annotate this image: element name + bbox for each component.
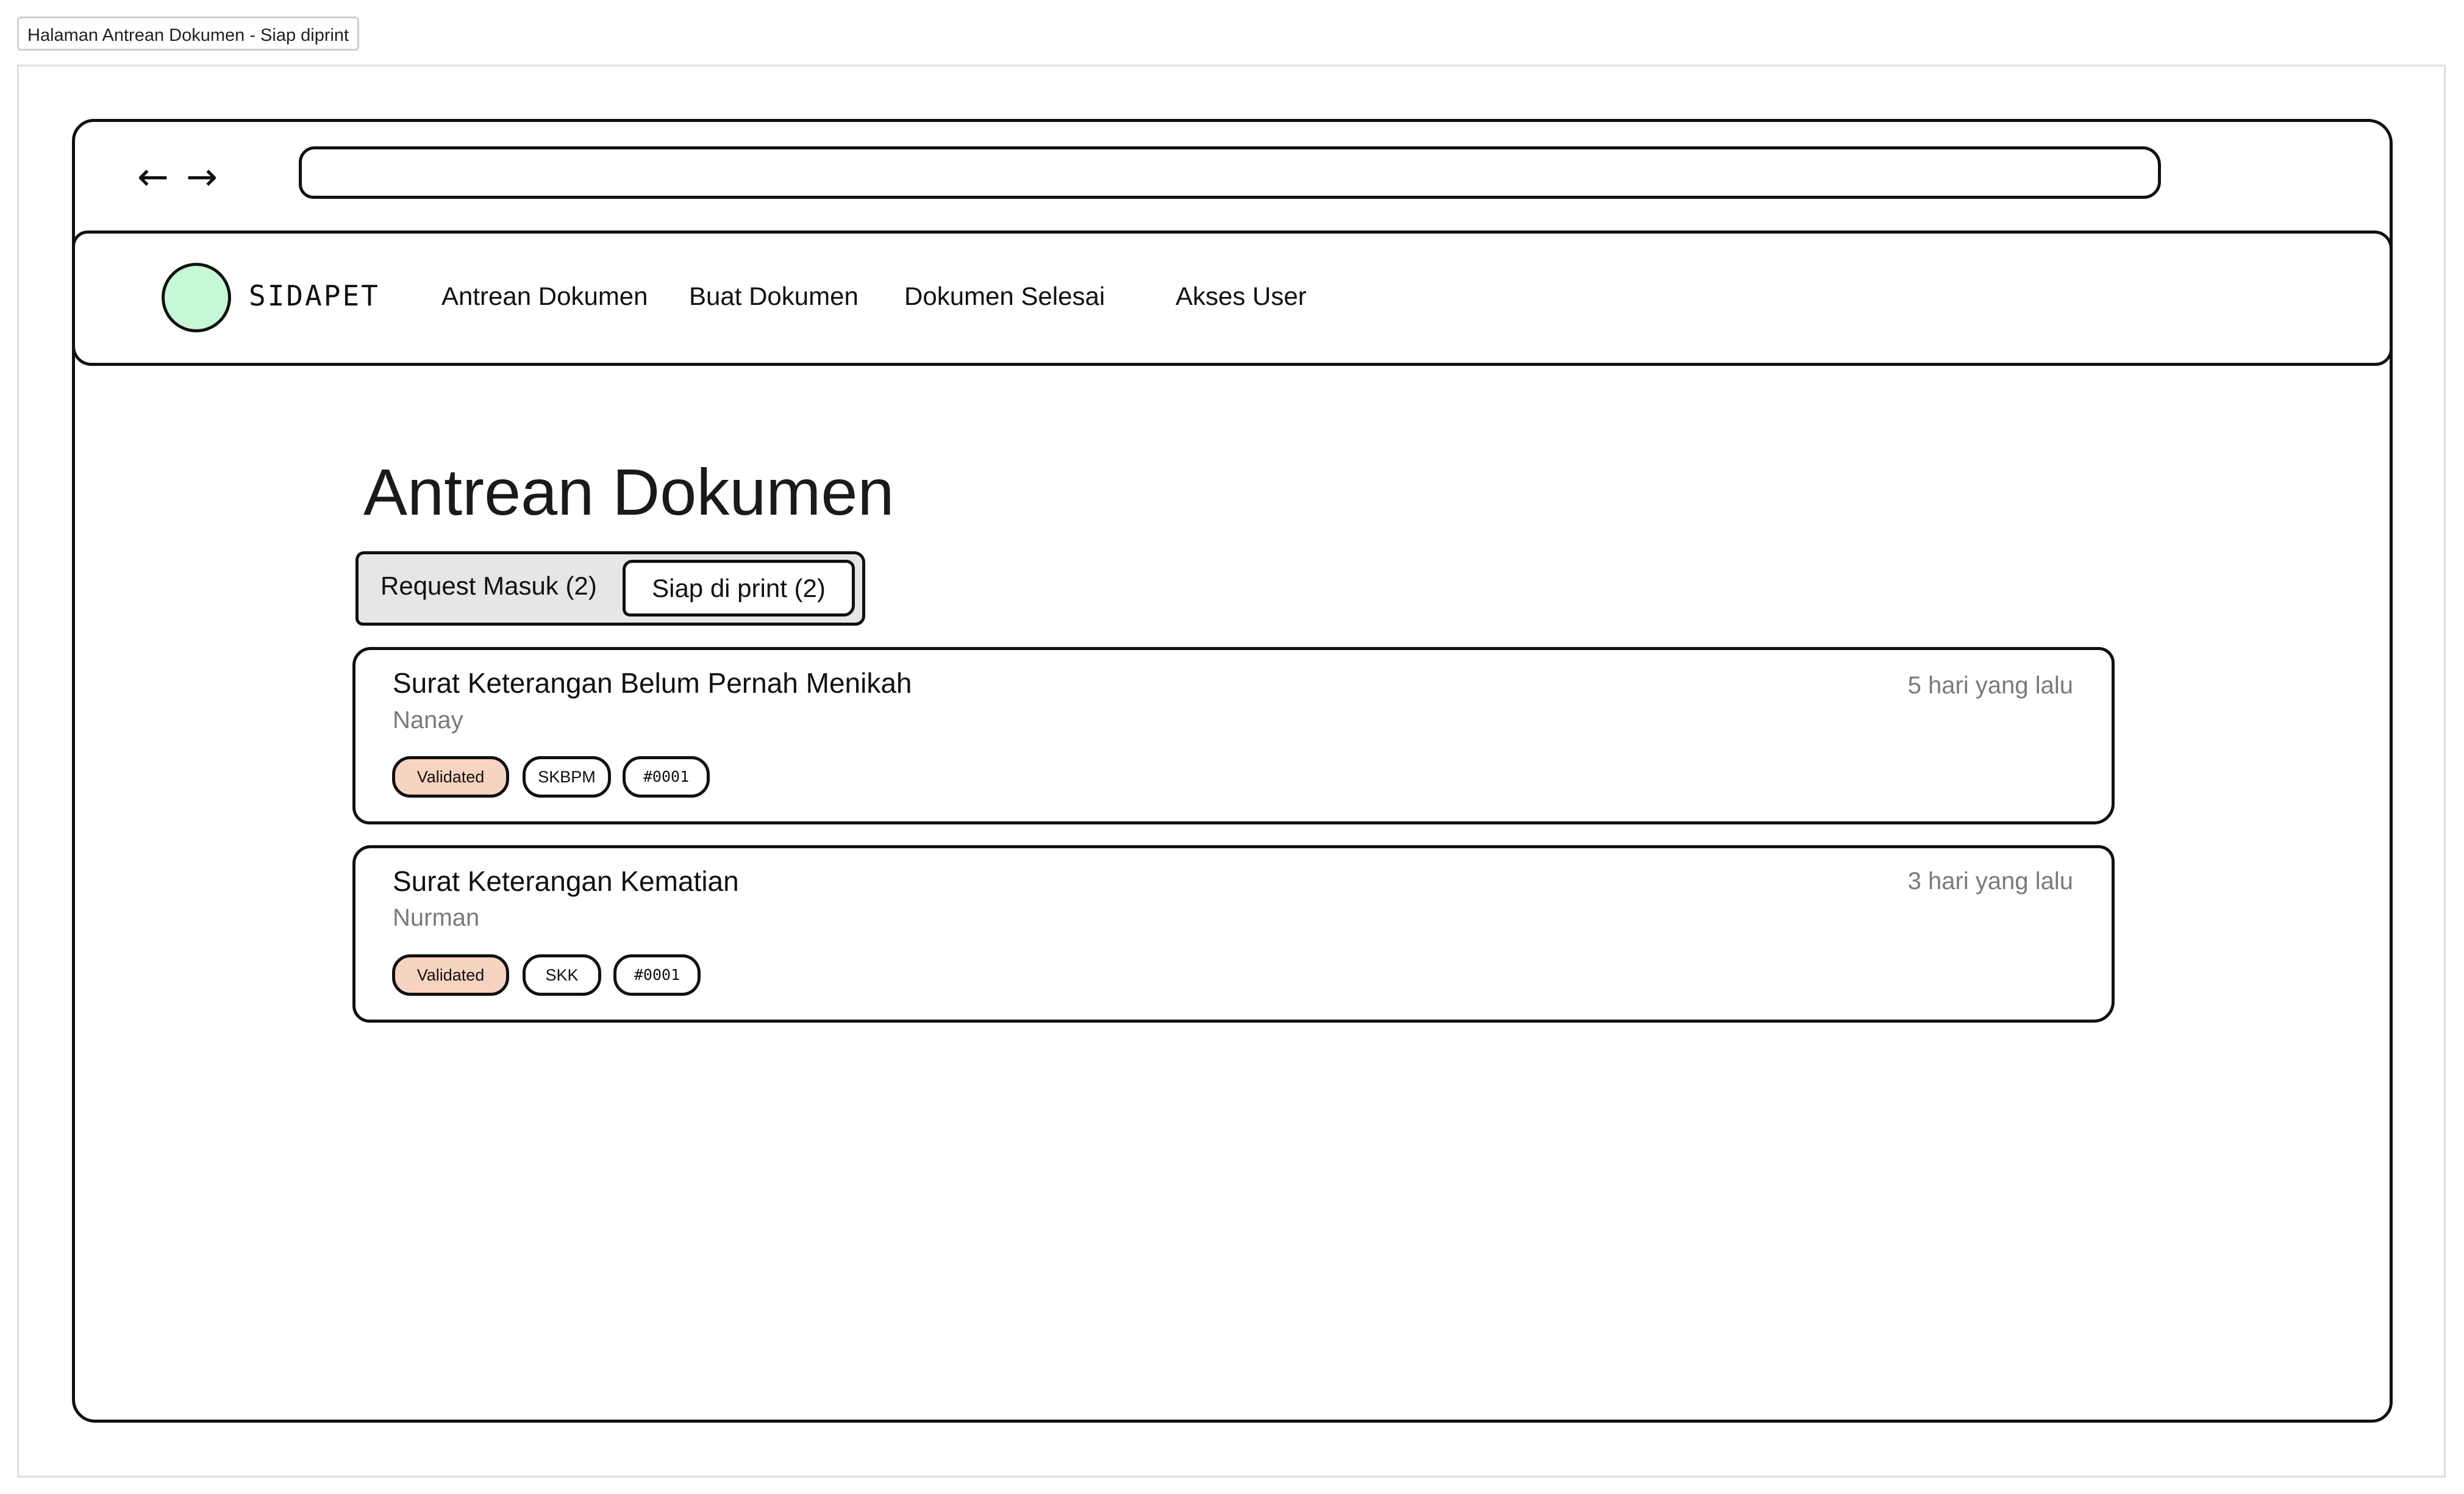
tab-request-masuk[interactable]: Request Masuk (2) xyxy=(380,569,597,603)
page-title: Antrean Dokumen xyxy=(363,455,895,529)
status-badge: Validated xyxy=(392,954,509,996)
document-title: Surat Keterangan Belum Pernah Menikah xyxy=(393,667,912,699)
document-requester: Nurman xyxy=(393,904,480,931)
status-badge: Validated xyxy=(392,756,509,798)
url-bar[interactable] xyxy=(299,146,2161,199)
browser-nav: ← → xyxy=(137,152,218,201)
document-number-badge: #0001 xyxy=(613,954,701,996)
document-time: 5 hari yang lalu xyxy=(1907,672,2073,699)
logo[interactable] xyxy=(162,263,231,332)
document-code-badge: SKBPM xyxy=(523,756,611,798)
document-code-badge: SKK xyxy=(523,954,601,996)
nav-item-akses-user[interactable]: Akses User xyxy=(1176,279,1307,313)
brand-name[interactable]: SIDAPET xyxy=(249,277,380,314)
document-number-badge: #0001 xyxy=(623,756,710,798)
document-title: Surat Keterangan Kematian xyxy=(393,865,739,897)
nav-item-buat-dokumen[interactable]: Buat Dokumen xyxy=(689,279,859,313)
nav-item-dokumen-selesai[interactable]: Dokumen Selesai xyxy=(904,279,1105,313)
back-arrow-icon[interactable]: ← xyxy=(137,152,169,201)
tab-siap-di-print[interactable]: Siap di print (2) xyxy=(623,560,855,617)
document-time: 3 hari yang lalu xyxy=(1907,868,2073,895)
document-requester: Nanay xyxy=(393,707,463,734)
nav-item-antrean-dokumen[interactable]: Antrean Dokumen xyxy=(441,279,648,313)
forward-arrow-icon[interactable]: → xyxy=(186,152,218,201)
frame-label: Halaman Antrean Dokumen - Siap diprint xyxy=(17,16,360,51)
